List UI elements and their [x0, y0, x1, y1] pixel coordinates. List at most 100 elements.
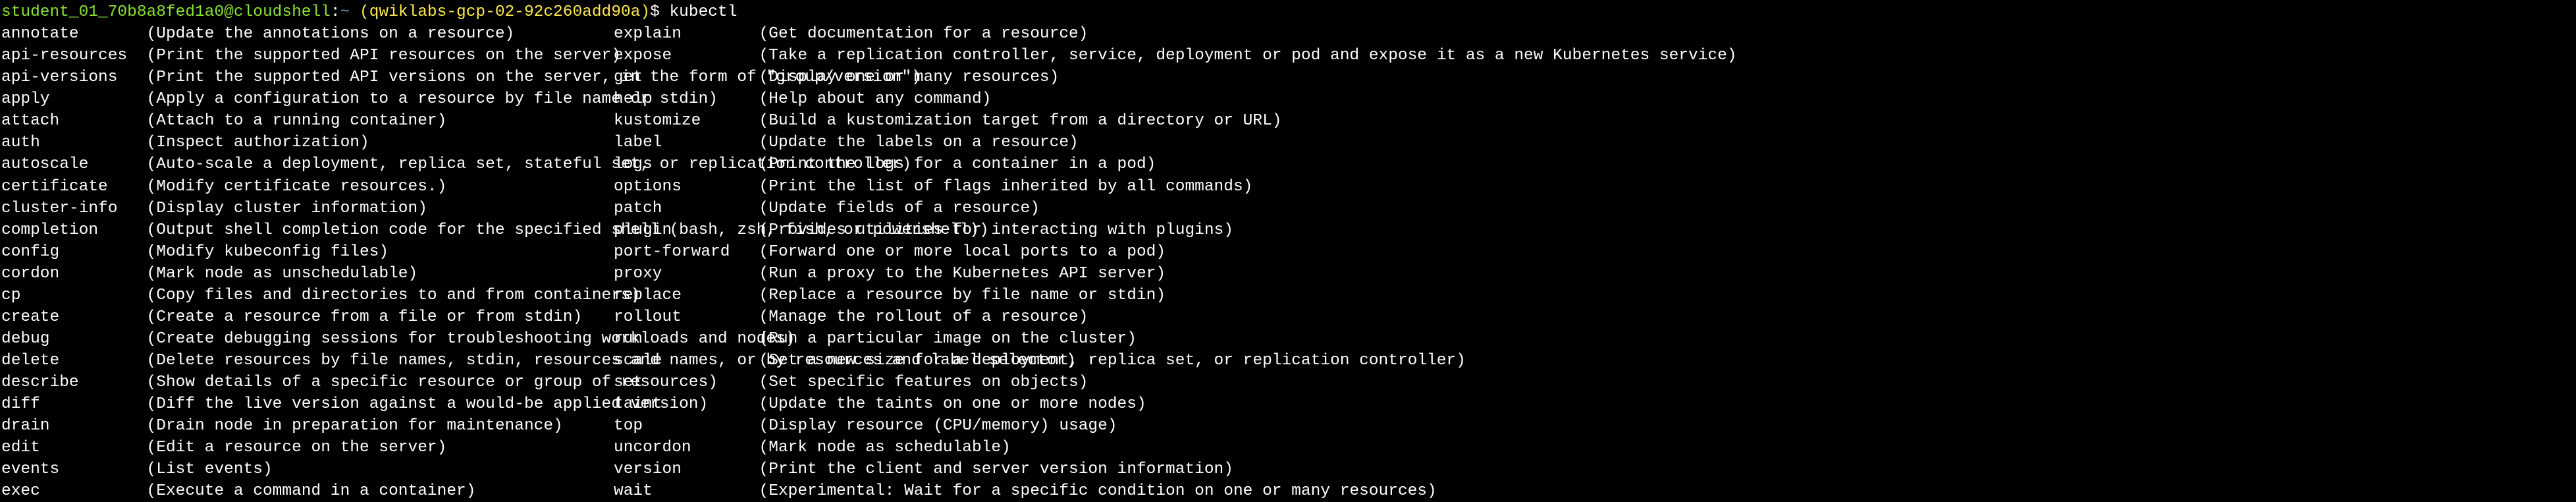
completion-command: cluster-info [1, 198, 147, 219]
completion-description: (Display resource (CPU/memory) usage) [759, 415, 1117, 437]
completion-command: attach [1, 110, 147, 132]
completion-item[interactable]: kustomize (Build a kustomization target … [614, 110, 2576, 132]
prompt-project-open: ( [350, 1, 369, 23]
completion-command: autoscale [1, 153, 147, 175]
completion-item[interactable]: logs (Print the logs for a container in … [614, 153, 2576, 175]
prompt-tilde: ~ [340, 1, 350, 23]
completion-command: api-versions [1, 67, 147, 88]
prompt-line: student_01_70b8a8fed1a0@cloudshell:~ (qw… [1, 1, 2576, 23]
completion-command: patch [614, 198, 759, 219]
completion-item[interactable]: options (Print the list of flags inherit… [614, 176, 2576, 198]
completion-command: auth [1, 132, 147, 153]
completion-description: (Print the client and server version inf… [759, 459, 1233, 480]
completion-column-right: explain (Get documentation for a resourc… [614, 23, 2576, 502]
completion-command: apply [1, 88, 147, 110]
completion-command: diff [1, 393, 147, 415]
completion-item[interactable]: edit (Edit a resource on the server) [1, 437, 614, 459]
prompt-colon: : [331, 1, 340, 23]
completion-command: debug [1, 328, 147, 350]
completion-description: (Edit a resource on the server) [147, 437, 447, 459]
completion-description: (Mark node as unschedulable) [147, 263, 418, 285]
completion-description: (Provides utilities for interacting with… [759, 219, 1233, 241]
completion-command: taint [614, 393, 759, 415]
completion-command: certificate [1, 176, 147, 198]
completion-item[interactable]: help (Help about any command) [614, 88, 2576, 110]
completion-item[interactable]: label (Update the labels on a resource) [614, 132, 2576, 153]
completion-item[interactable]: cp (Copy files and directories to and fr… [1, 285, 614, 306]
completion-item[interactable]: set (Set specific features on objects) [614, 372, 2576, 393]
completion-item[interactable]: explain (Get documentation for a resourc… [614, 23, 2576, 45]
completion-description: (Get documentation for a resource) [759, 23, 1088, 45]
completion-column-left: annotate (Update the annotations on a re… [1, 23, 614, 502]
completion-command: uncordon [614, 437, 759, 459]
completion-command: scale [614, 350, 759, 372]
completion-item[interactable]: proxy (Run a proxy to the Kubernetes API… [614, 263, 2576, 285]
completion-command: run [614, 328, 759, 350]
completion-description: (Set specific features on objects) [759, 372, 1088, 393]
completion-item[interactable]: api-resources (Print the supported API r… [1, 45, 614, 67]
completion-item[interactable]: wait (Experimental: Wait for a specific … [614, 480, 2576, 502]
completion-item[interactable]: apply (Apply a configuration to a resour… [1, 88, 614, 110]
completion-item[interactable]: version (Print the client and server ver… [614, 459, 2576, 480]
completion-command: cp [1, 285, 147, 306]
completion-item[interactable]: attach (Attach to a running container) [1, 110, 614, 132]
completion-item[interactable]: autoscale (Auto-scale a deployment, repl… [1, 153, 614, 175]
completion-item[interactable]: config (Modify kubeconfig files) [1, 241, 614, 263]
completion-description: (Copy files and directories to and from … [147, 285, 641, 306]
prompt-project-close: ) [640, 1, 650, 23]
completion-item[interactable]: create (Create a resource from a file or… [1, 306, 614, 328]
completion-command: plugin [614, 219, 759, 241]
completion-command: options [614, 176, 759, 198]
completion-item[interactable]: rollout (Manage the rollout of a resourc… [614, 306, 2576, 328]
completion-item[interactable]: expose (Take a replication controller, s… [614, 45, 2576, 67]
completion-description: (Print the logs for a container in a pod… [759, 153, 1156, 175]
completion-command: set [614, 372, 759, 393]
completion-description: (Display one or many resources) [759, 67, 1060, 88]
completion-item[interactable]: debug (Create debugging sessions for tro… [1, 328, 614, 350]
completion-item[interactable]: events (List events) [1, 459, 614, 480]
completion-command: get [614, 67, 759, 88]
prompt-dollar: $ [650, 1, 660, 23]
completion-command: label [614, 132, 759, 153]
completion-item[interactable]: delete (Delete resources by file names, … [1, 350, 614, 372]
completion-item[interactable]: cluster-info (Display cluster informatio… [1, 198, 614, 219]
completion-item[interactable]: certificate (Modify certificate resource… [1, 176, 614, 198]
completion-item[interactable]: cordon (Mark node as unschedulable) [1, 263, 614, 285]
completion-item[interactable]: api-versions (Print the supported API ve… [1, 67, 614, 88]
completion-description: (Drain node in preparation for maintenan… [147, 415, 563, 437]
completion-item[interactable]: patch (Update fields of a resource) [614, 198, 2576, 219]
completion-item[interactable]: get (Display one or many resources) [614, 67, 2576, 88]
completion-command: kustomize [614, 110, 759, 132]
completion-command: delete [1, 350, 147, 372]
completion-description: (Update the labels on a resource) [759, 132, 1079, 153]
prompt-user: student_01_70b8a8fed1a0@cloudshell [1, 1, 331, 23]
completion-description: (Attach to a running container) [147, 110, 447, 132]
completion-description: (Build a kustomization target from a dir… [759, 110, 1282, 132]
completion-description: (Inspect authorization) [147, 132, 369, 153]
completion-item[interactable]: auth (Inspect authorization) [1, 132, 614, 153]
completion-item[interactable]: replace (Replace a resource by file name… [614, 285, 2576, 306]
completion-description: (Print the list of flags inherited by al… [759, 176, 1253, 198]
completion-description: (Display cluster information) [147, 198, 427, 219]
completion-item[interactable]: run (Run a particular image on the clust… [614, 328, 2576, 350]
completion-item[interactable]: annotate (Update the annotations on a re… [1, 23, 614, 45]
completion-description: (Run a particular image on the cluster) [759, 328, 1137, 350]
completion-item[interactable]: describe (Show details of a specific res… [1, 372, 614, 393]
completion-description: (Modify kubeconfig files) [147, 241, 389, 263]
completion-description: (Set a new size for a deployment, replic… [759, 350, 1466, 372]
terminal[interactable]: student_01_70b8a8fed1a0@cloudshell:~ (qw… [0, 0, 2576, 502]
completion-item[interactable]: completion (Output shell completion code… [1, 219, 614, 241]
completion-item[interactable]: uncordon (Mark node as schedulable) [614, 437, 2576, 459]
completion-item[interactable]: diff (Diff the live version against a wo… [1, 393, 614, 415]
completion-command: logs [614, 153, 759, 175]
completion-command: version [614, 459, 759, 480]
completion-item[interactable]: plugin (Provides utilities for interacti… [614, 219, 2576, 241]
completion-item[interactable]: port-forward (Forward one or more local … [614, 241, 2576, 263]
completion-command: completion [1, 219, 147, 241]
completion-item[interactable]: exec (Execute a command in a container) [1, 480, 614, 502]
completion-description: (Help about any command) [759, 88, 992, 110]
completion-item[interactable]: taint (Update the taints on one or more … [614, 393, 2576, 415]
completion-item[interactable]: drain (Drain node in preparation for mai… [1, 415, 614, 437]
completion-item[interactable]: scale (Set a new size for a deployment, … [614, 350, 2576, 372]
completion-item[interactable]: top (Display resource (CPU/memory) usage… [614, 415, 2576, 437]
